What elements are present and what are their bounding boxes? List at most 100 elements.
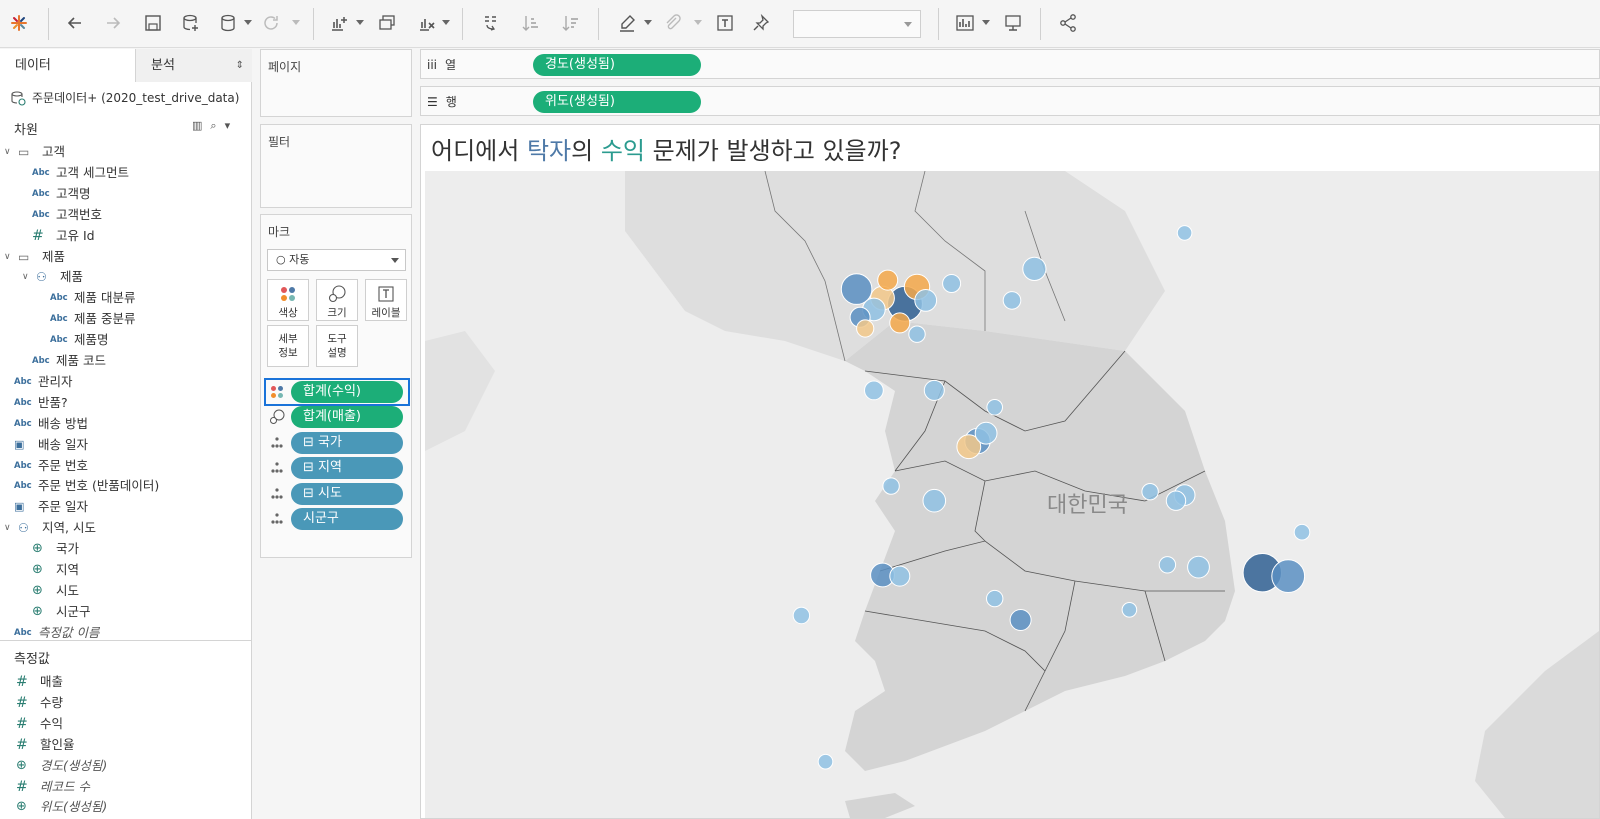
dimension-item[interactable]: # 고유 Id: [32, 226, 95, 246]
chevron-down-icon[interactable]: [292, 20, 300, 26]
mark-pill[interactable]: 합계(매출): [291, 406, 403, 429]
pages-card[interactable]: 페이지: [260, 49, 412, 117]
dimension-item[interactable]: Abc 고객번호: [32, 205, 102, 225]
dimension-item[interactable]: Abc 제품 대분류: [50, 288, 135, 308]
pause-update-icon[interactable]: [216, 10, 242, 36]
chevron-down-icon[interactable]: [694, 20, 702, 26]
mark-pill-row[interactable]: ⊟ 시도: [267, 482, 407, 505]
profit-bubble[interactable]: [1187, 555, 1210, 579]
profit-bubble[interactable]: [877, 269, 899, 291]
chevron-down-icon[interactable]: ▾: [225, 119, 231, 133]
pin-icon[interactable]: [748, 10, 774, 36]
dimension-item[interactable]: Abc 고객명: [32, 184, 91, 204]
chevron-down-icon[interactable]: [244, 20, 252, 26]
new-datasource-icon[interactable]: [178, 10, 204, 36]
mark-pill-row[interactable]: 합계(수익): [264, 378, 410, 406]
measure-item[interactable]: # 수익: [16, 714, 63, 734]
dimension-item[interactable]: ▣ 배송 일자: [14, 435, 88, 455]
profit-bubble[interactable]: [817, 753, 834, 770]
rows-pill-latitude[interactable]: 위도(생성됨): [533, 91, 701, 113]
mark-pill[interactable]: ⊟ 국가: [291, 431, 403, 454]
chevron-down-icon[interactable]: ∨: [4, 247, 18, 267]
redo-icon[interactable]: [100, 10, 126, 36]
profit-bubble[interactable]: [1271, 559, 1306, 594]
profit-bubble[interactable]: [889, 312, 911, 334]
color-button[interactable]: 색상: [267, 279, 309, 321]
duplicate-sheet-icon[interactable]: [374, 10, 400, 36]
profit-bubble[interactable]: [864, 380, 884, 401]
sort-descending-icon[interactable]: [558, 10, 584, 36]
profit-bubble[interactable]: [1158, 556, 1177, 574]
chevron-down-icon[interactable]: ∨: [4, 142, 18, 162]
refresh-icon[interactable]: [258, 10, 284, 36]
columns-shelf[interactable]: iii 열 경도(생성됨): [420, 49, 1600, 79]
dimension-item[interactable]: ⊕ 시군구: [32, 602, 91, 622]
profit-bubble[interactable]: [882, 477, 900, 495]
dimension-item[interactable]: Abc 제품 중분류: [50, 309, 135, 329]
save-icon[interactable]: [140, 10, 166, 36]
mark-pill[interactable]: 시군구: [291, 508, 403, 530]
mark-type-select[interactable]: ○ 자동: [267, 249, 406, 271]
share-icon[interactable]: [1055, 10, 1081, 36]
rows-shelf[interactable]: ☰ 행 위도(생성됨): [420, 86, 1600, 116]
dimension-item[interactable]: ∨ ▭ 제품: [4, 247, 65, 267]
chevron-down-icon[interactable]: [356, 20, 364, 26]
profit-bubble[interactable]: [1009, 609, 1032, 631]
datasource-item[interactable]: 주문데이터+ (2020_test_drive_data): [10, 87, 239, 109]
dimension-item[interactable]: Abc 반품?: [14, 393, 68, 413]
swap-axes-icon[interactable]: [478, 10, 504, 36]
presentation-icon[interactable]: [1000, 10, 1026, 36]
profit-bubble[interactable]: [1121, 602, 1138, 618]
dimension-item[interactable]: ⊕ 국가: [32, 539, 79, 559]
measure-item[interactable]: # 할인율: [16, 735, 75, 755]
clear-sheet-icon[interactable]: [414, 10, 440, 36]
dimension-item[interactable]: Abc 주문 번호 (반품데이터): [14, 476, 159, 496]
chevron-down-icon[interactable]: ∨: [4, 518, 18, 538]
dimension-item[interactable]: Abc 제품 코드: [32, 351, 106, 371]
dimension-item[interactable]: ▣ 주문 일자: [14, 497, 88, 517]
new-sheet-icon[interactable]: [326, 10, 352, 36]
profit-bubble[interactable]: [889, 565, 911, 587]
fit-dropdown[interactable]: [793, 10, 921, 38]
measure-item[interactable]: # 수량: [16, 693, 63, 713]
mark-pill-row[interactable]: 시군구: [267, 508, 407, 530]
korea-map[interactable]: [425, 171, 1599, 818]
profit-bubble[interactable]: [792, 606, 811, 625]
profit-bubble[interactable]: [1165, 490, 1187, 511]
tableau-logo-icon[interactable]: [6, 10, 32, 36]
profit-bubble[interactable]: [986, 399, 1004, 416]
profit-bubble[interactable]: [923, 379, 945, 401]
profit-bubble[interactable]: [986, 589, 1004, 608]
group-icon[interactable]: [660, 10, 686, 36]
profit-bubble[interactable]: [908, 325, 926, 343]
dimension-item[interactable]: ⊕ 지역: [32, 560, 79, 580]
tab-analysis[interactable]: 분석: [135, 49, 252, 82]
dimension-item[interactable]: ⊕ 시도: [32, 581, 79, 601]
dimension-item[interactable]: Abc 제품명: [50, 330, 109, 350]
dimension-item[interactable]: Abc 관리자: [14, 372, 73, 392]
mark-pill[interactable]: 합계(수익): [291, 381, 403, 403]
view-title[interactable]: 어디에서 탁자의 수익 문제가 발생하고 있을까?: [431, 131, 901, 166]
chevron-down-icon[interactable]: ∨: [22, 267, 36, 287]
profit-bubble[interactable]: [1293, 523, 1311, 541]
profit-bubble[interactable]: [914, 288, 938, 312]
label-icon[interactable]: [712, 10, 738, 36]
profit-bubble[interactable]: [1002, 291, 1022, 310]
mark-pill[interactable]: ⊟ 지역: [291, 457, 403, 480]
filters-card[interactable]: 필터: [260, 124, 412, 208]
mark-pill-row[interactable]: ⊟ 지역: [267, 457, 407, 480]
profit-bubble[interactable]: [1022, 256, 1047, 282]
profit-bubble[interactable]: [856, 319, 875, 338]
mark-pill[interactable]: ⊟ 시도: [291, 482, 403, 505]
profit-bubble[interactable]: [942, 274, 962, 293]
dimension-item[interactable]: ∨ ⚇ 지역, 시도: [4, 518, 96, 538]
highlight-icon[interactable]: [614, 10, 640, 36]
label-button[interactable]: 레이블: [365, 279, 407, 321]
tab-data[interactable]: 데이터: [0, 49, 135, 82]
dimension-item[interactable]: ∨ ▭ 고객: [4, 142, 65, 162]
search-icon[interactable]: ⌕: [210, 119, 216, 133]
tooltip-button[interactable]: 도구 설명: [316, 325, 358, 367]
size-button[interactable]: 크기: [316, 279, 358, 321]
show-me-icon[interactable]: [952, 10, 978, 36]
detail-button[interactable]: 세부 정보: [267, 325, 309, 367]
